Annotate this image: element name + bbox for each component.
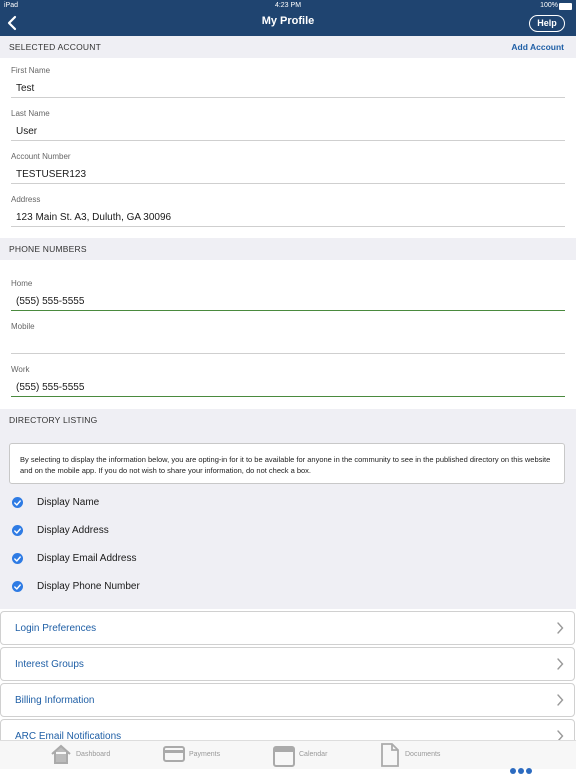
- display-email-checkbox[interactable]: [12, 553, 23, 564]
- calendar-icon: [273, 746, 295, 767]
- work-phone-field[interactable]: (555) 555-5555: [16, 382, 84, 393]
- home-phone-label: Home: [11, 279, 33, 288]
- page-title: My Profile: [261, 15, 315, 27]
- display-phone-checkbox[interactable]: [12, 581, 23, 592]
- status-bar: iPad 4:23 PM 100%: [0, 0, 576, 11]
- home-icon: [51, 744, 71, 764]
- help-button[interactable]: Help: [529, 15, 565, 32]
- chevron-right-icon: [557, 622, 564, 634]
- last-name-field[interactable]: User: [16, 126, 37, 137]
- tab-label: Payments: [189, 751, 221, 758]
- section-title: DIRECTORY LISTING: [9, 415, 98, 425]
- account-number-field[interactable]: TESTUSER123: [16, 169, 86, 180]
- chevron-right-icon: [557, 658, 564, 670]
- field-divider: [11, 396, 565, 397]
- add-account-link[interactable]: Add Account: [511, 36, 564, 58]
- first-name-label: First Name: [11, 66, 51, 75]
- selected-account-header: SELECTED ACCOUNT Add Account: [0, 36, 576, 58]
- tab-label: Dashboard: [76, 751, 111, 758]
- address-label: Address: [11, 195, 41, 204]
- login-preferences-row[interactable]: Login Preferences: [0, 611, 575, 645]
- status-time: 4:23 PM: [274, 2, 302, 9]
- field-divider: [11, 183, 565, 184]
- display-email-label: Display Email Address: [37, 553, 137, 564]
- row-label: Login Preferences: [15, 623, 97, 634]
- account-number-label: Account Number: [11, 152, 71, 161]
- first-name-field[interactable]: Test: [16, 83, 34, 94]
- field-divider: [11, 226, 565, 227]
- field-divider: [11, 353, 565, 354]
- display-name-checkbox[interactable]: [12, 497, 23, 508]
- tab-calendar[interactable]: Calendar: [273, 741, 353, 769]
- section-title: SELECTED ACCOUNT: [9, 42, 101, 52]
- chevron-right-icon: [557, 694, 564, 706]
- field-divider: [11, 310, 565, 311]
- phone-numbers-header: PHONE NUMBERS: [0, 238, 576, 260]
- section-title: PHONE NUMBERS: [9, 244, 87, 254]
- tab-label: Calendar: [299, 751, 328, 758]
- field-divider: [11, 140, 565, 141]
- more-dots-icon[interactable]: [510, 761, 534, 779]
- directory-listing-section: DIRECTORY LISTING: [0, 409, 576, 609]
- tab-bar: Dashboard Payments Calendar Documents: [0, 740, 576, 774]
- nav-bar: iPad 4:23 PM 100% My Profile Help: [0, 0, 576, 36]
- display-address-label: Display Address: [37, 525, 109, 536]
- row-label: Billing Information: [15, 695, 95, 706]
- tab-dashboard[interactable]: Dashboard: [50, 741, 130, 769]
- checkmark-icon: [14, 556, 21, 562]
- checkmark-icon: [14, 528, 21, 534]
- checkmark-icon: [14, 500, 21, 506]
- interest-groups-row[interactable]: Interest Groups: [0, 647, 575, 681]
- tab-payments[interactable]: Payments: [163, 741, 243, 769]
- display-address-checkbox[interactable]: [12, 525, 23, 536]
- row-label: Interest Groups: [15, 659, 84, 670]
- credit-card-icon: [163, 746, 185, 762]
- directory-notice: By selecting to display the information …: [9, 443, 565, 484]
- tab-documents[interactable]: Documents: [381, 741, 461, 769]
- battery-icon: [559, 3, 572, 10]
- display-phone-label: Display Phone Number: [37, 581, 140, 592]
- billing-information-row[interactable]: Billing Information: [0, 683, 575, 717]
- home-phone-field[interactable]: (555) 555-5555: [16, 296, 84, 307]
- battery-percent: 100%: [540, 2, 558, 9]
- document-icon: [381, 743, 399, 767]
- work-phone-label: Work: [11, 365, 30, 374]
- mobile-phone-label: Mobile: [11, 322, 35, 331]
- checkmark-icon: [14, 584, 21, 590]
- address-field[interactable]: 123 Main St. A3, Duluth, GA 30096: [16, 212, 171, 223]
- last-name-label: Last Name: [11, 109, 50, 118]
- tab-label: Documents: [405, 751, 441, 758]
- field-divider: [11, 97, 565, 98]
- display-name-label: Display Name: [37, 497, 100, 508]
